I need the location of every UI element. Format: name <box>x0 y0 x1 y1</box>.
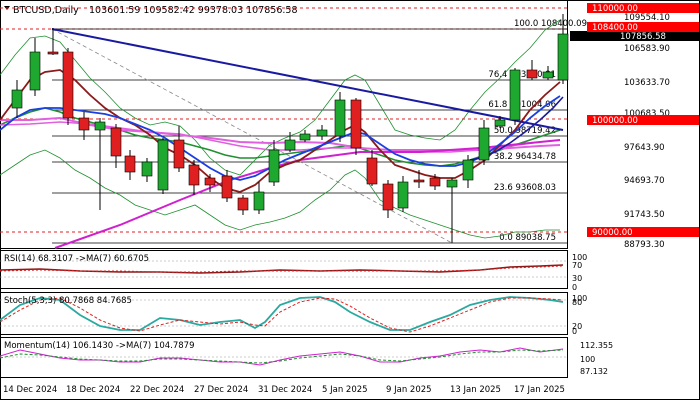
bullish-candle <box>494 119 506 127</box>
bearish-candle <box>382 183 394 211</box>
bullish-candle <box>397 181 409 209</box>
trading-chart[interactable]: BTCUSD,Daily 103601.59 109582.42 99378.0… <box>0 0 700 400</box>
momentum-tick-112: 112.355 <box>580 341 613 350</box>
bullish-candle <box>29 51 41 91</box>
bearish-candle <box>62 51 74 119</box>
date-label: 17 Jan 2025 <box>514 385 565 395</box>
price-label-103633: 103633.70 <box>624 78 670 88</box>
bullish-candle <box>141 161 153 177</box>
price-label-94693: 94693.70 <box>624 176 665 186</box>
momentum-tick-87: 87.132 <box>580 367 608 376</box>
bearish-candle <box>237 197 249 211</box>
stoch-tick-0: 0 <box>572 327 577 336</box>
momentum-label: Momentum(14) 106.1430 ->MA(7) 104.7879 <box>4 341 194 351</box>
fib-0-label: 0.0 89038.75 <box>499 233 556 243</box>
bearish-candle <box>204 177 216 186</box>
price-label-108400: 108400.00 <box>592 23 638 33</box>
price-label-91743: 91743.50 <box>624 210 665 220</box>
bearish-candle <box>429 177 441 187</box>
bearish-candle <box>366 157 378 185</box>
bearish-candle <box>110 127 122 157</box>
bullish-candle <box>509 69 521 121</box>
bullish-candle <box>316 129 328 137</box>
fib-38-label: 38.2 96434.78 <box>494 152 556 162</box>
bullish-candle <box>542 71 554 79</box>
bearish-candle <box>124 155 136 173</box>
fib-23-label: 23.6 93608.03 <box>494 183 556 193</box>
price-label-106583: 106583.90 <box>624 44 670 54</box>
chart-header: BTCUSD,Daily 103601.59 109582.42 99378.0… <box>4 5 298 16</box>
price-label-109554: 109554.10 <box>624 13 670 23</box>
stoch-label: Stoch(5,3,3) 80.7868 84.7685 <box>4 296 132 306</box>
momentum-tick-100: 100 <box>580 355 595 364</box>
bullish-candle <box>478 127 490 161</box>
date-axis: 14 Dec 2024 18 Dec 2024 22 Dec 2024 27 D… <box>3 385 565 395</box>
date-label: 31 Dec 2024 <box>258 385 312 395</box>
bearish-candle <box>188 164 200 186</box>
bullish-candle <box>268 149 280 183</box>
bullish-candle <box>284 139 296 151</box>
bearish-candle <box>413 179 425 183</box>
rsi-tick-70: 70 <box>572 261 582 270</box>
price-label-current: 107856.58 <box>620 32 666 42</box>
price-label-90000: 90000.00 <box>592 228 633 238</box>
bearish-candle <box>173 139 185 169</box>
date-label: 13 Jan 2025 <box>450 385 501 395</box>
bullish-candle <box>94 121 106 131</box>
price-label-97643: 97643.90 <box>624 143 665 153</box>
bullish-candle <box>334 99 346 137</box>
stoch-tick-80: 80 <box>572 298 582 307</box>
price-label-100000: 100000.00 <box>592 116 638 126</box>
date-label: 14 Dec 2024 <box>3 385 57 395</box>
bullish-candle <box>462 159 474 181</box>
fib-100-label: 100.0 108400.09 <box>514 19 587 29</box>
bullish-candle <box>299 133 311 141</box>
price-label-88793: 88793.30 <box>624 240 665 250</box>
rsi-tick-0: 0 <box>572 283 577 292</box>
symbol-timeframe: BTCUSD,Daily <box>13 5 79 16</box>
date-label: 27 Dec 2024 <box>194 385 248 395</box>
date-label: 22 Dec 2024 <box>130 385 184 395</box>
date-label: 5 Jan 2025 <box>322 385 368 395</box>
bullish-candle <box>557 33 569 81</box>
date-label: 9 Jan 2025 <box>386 385 432 395</box>
rsi-tick-30: 30 <box>572 274 582 283</box>
bearish-candle <box>526 69 538 79</box>
bearish-candle <box>221 175 233 199</box>
bullish-candle <box>446 179 458 188</box>
bearish-candle <box>350 99 362 149</box>
bearish-candle <box>78 117 90 131</box>
date-label: 18 Dec 2024 <box>66 385 120 395</box>
rsi-label: RSI(14) 68.3107 ->MA(7) 60.6705 <box>4 254 149 264</box>
ohlc-values: 103601.59 109582.42 99378.03 107856.58 <box>89 5 298 16</box>
chart-border <box>0 0 700 400</box>
bullish-candle <box>11 89 23 109</box>
bearish-candle <box>47 51 59 55</box>
bullish-candle <box>253 191 265 211</box>
bullish-candle <box>157 139 169 191</box>
